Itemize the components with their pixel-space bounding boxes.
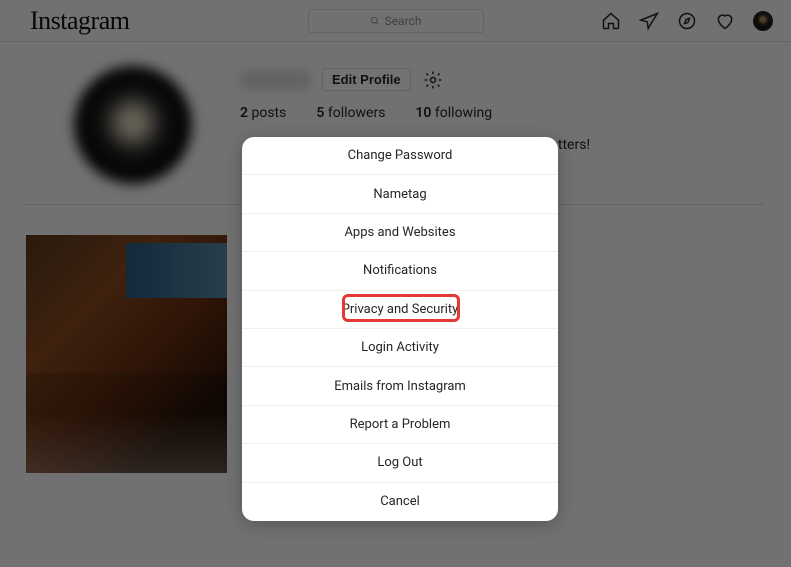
modal-item-change-password[interactable]: Change Password — [242, 137, 558, 175]
modal-item-report-problem[interactable]: Report a Problem — [242, 406, 558, 444]
settings-modal: Change Password Nametag Apps and Website… — [242, 137, 558, 521]
modal-item-emails[interactable]: Emails from Instagram — [242, 367, 558, 405]
modal-item-privacy-security[interactable]: Privacy and Security — [242, 291, 558, 329]
modal-item-notifications[interactable]: Notifications — [242, 252, 558, 290]
modal-item-apps-websites[interactable]: Apps and Websites — [242, 214, 558, 252]
modal-item-login-activity[interactable]: Login Activity — [242, 329, 558, 367]
modal-item-nametag[interactable]: Nametag — [242, 175, 558, 213]
modal-item-log-out[interactable]: Log Out — [242, 444, 558, 482]
modal-item-cancel[interactable]: Cancel — [242, 483, 558, 521]
